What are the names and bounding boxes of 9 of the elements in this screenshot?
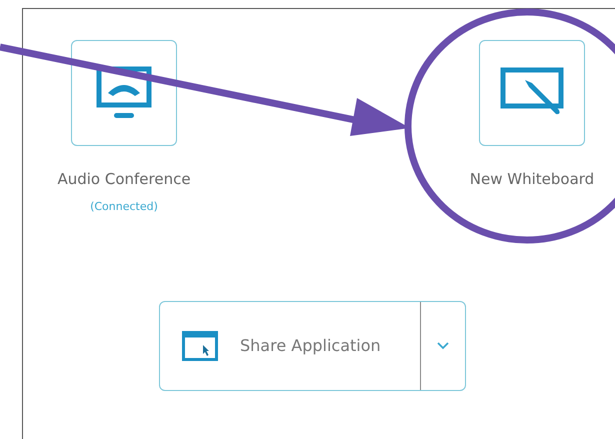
tile-label: Audio Conference (57, 169, 191, 190)
tile-button[interactable] (479, 40, 585, 146)
share-application-button[interactable]: Share Application (160, 302, 420, 390)
monitor-phone-icon (95, 65, 153, 121)
status-text: (Connected) (90, 198, 158, 214)
tile-button[interactable] (71, 40, 177, 146)
tile-label: New Whiteboard (470, 169, 594, 190)
chevron-down-icon (437, 342, 449, 350)
window-cursor-icon (182, 331, 218, 361)
